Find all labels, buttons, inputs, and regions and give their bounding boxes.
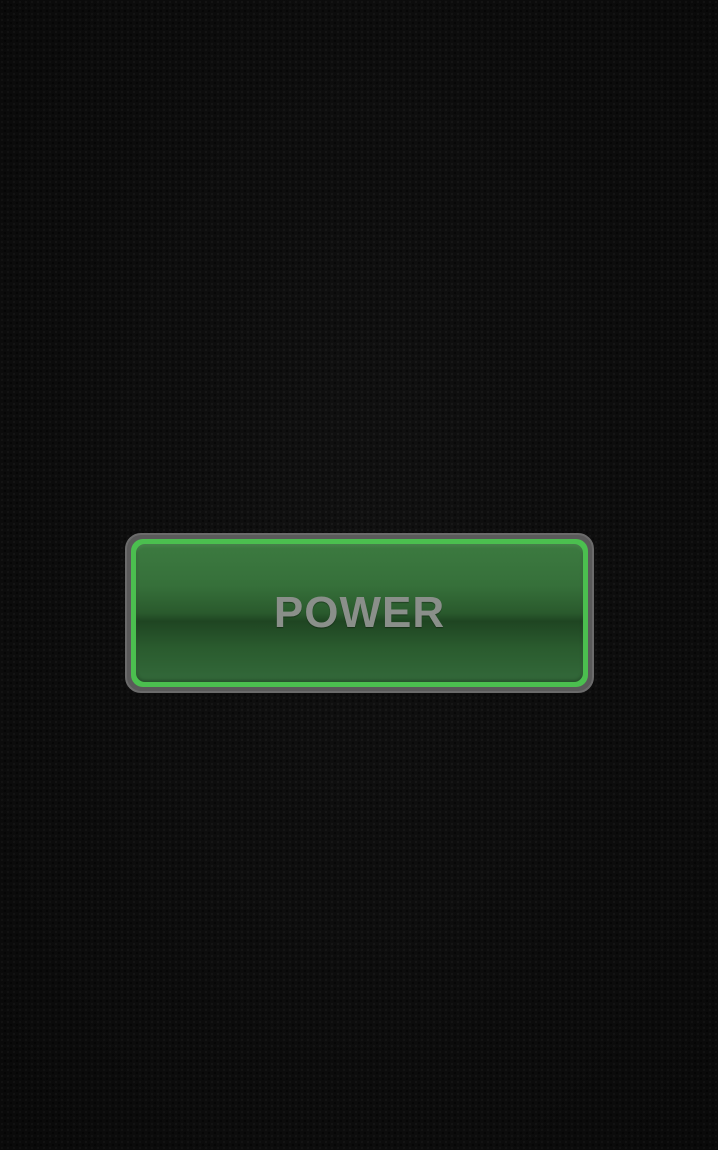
- power-button-rim: POWER: [131, 539, 588, 687]
- power-button[interactable]: POWER: [125, 533, 594, 693]
- power-button-label: POWER: [273, 588, 446, 637]
- power-button-face: POWER: [136, 544, 583, 682]
- app-screen: POWER: [0, 0, 718, 1150]
